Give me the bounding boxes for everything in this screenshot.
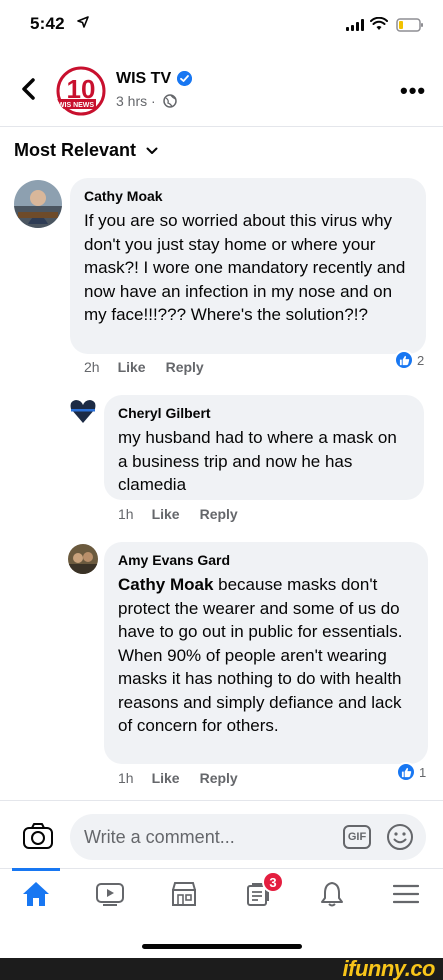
wifi-icon (370, 17, 388, 30)
tab-menu[interactable] (376, 869, 436, 919)
user-photo-icon (68, 544, 98, 574)
user-photo-icon (14, 180, 62, 228)
avatar[interactable] (68, 544, 98, 574)
comment-actions: 2h Like Reply (84, 359, 224, 375)
battery-icon (396, 18, 423, 32)
comment-input-placeholder: Write a comment... (84, 827, 235, 847)
reply-button[interactable]: Reply (200, 770, 238, 786)
comment-text: If you are so worried about this virus w… (84, 211, 406, 324)
comment-actions: 1h Like Reply (118, 770, 258, 786)
comment-composer: Write a comment... GIF (0, 810, 443, 866)
comment-body: because masks don't protect the wearer a… (118, 575, 403, 735)
tab-marketplace[interactable] (154, 869, 214, 919)
comment-bubble[interactable]: Amy Evans Gard Cathy Moak because masks … (104, 542, 428, 764)
wis-news-logo: 10 WIS NEWS (56, 66, 106, 116)
logo-subtext: WIS NEWS (58, 102, 94, 109)
bottom-tab-bar: 3 (0, 868, 443, 918)
marketplace-icon (172, 882, 196, 906)
like-reaction-icon (394, 350, 414, 370)
avatar[interactable] (14, 180, 62, 228)
comment-time: 1h (118, 506, 134, 522)
globe-icon (163, 94, 177, 108)
bell-icon (321, 882, 343, 907)
watermark-bar: ifunny.co (0, 956, 443, 980)
notification-badge: 3 (262, 871, 284, 893)
post-header: 10 WIS NEWS WIS TV 3 hrs · ••• (0, 60, 443, 122)
status-bar: 5:42 (0, 0, 443, 52)
avatar[interactable] (68, 396, 98, 426)
home-indicator[interactable] (142, 944, 302, 949)
chevron-down-icon (146, 147, 158, 154)
comment-bubble[interactable]: Cheryl Gilbert my husband had to where a… (104, 395, 424, 500)
comment-bubble[interactable]: Cathy Moak If you are so worried about t… (70, 178, 426, 354)
watermark-text: ifunny.co (342, 956, 436, 980)
reaction-count: 1 (419, 764, 427, 780)
tab-home[interactable] (6, 869, 66, 919)
gif-button[interactable]: GIF (343, 825, 371, 849)
sort-label: Most Relevant (14, 139, 137, 160)
reaction-summary[interactable]: 2 (394, 350, 424, 370)
tab-alerts[interactable] (302, 869, 362, 919)
location-arrow-icon (77, 16, 89, 28)
comment-author[interactable]: Cathy Moak (84, 186, 412, 206)
like-reaction-icon (396, 762, 416, 782)
comment-text: Cathy Moak because masks don't protect t… (118, 573, 414, 738)
mention-link[interactable]: Cathy Moak (118, 575, 213, 594)
divider (0, 800, 443, 801)
comment-sort-dropdown[interactable]: Most Relevant (14, 138, 158, 162)
post-timestamp: 3 hrs · (116, 93, 156, 109)
reply-button[interactable]: Reply (200, 506, 238, 522)
divider (0, 126, 443, 127)
menu-icon (393, 884, 419, 904)
comment-author[interactable]: Amy Evans Gard (118, 550, 414, 570)
page-avatar[interactable]: 10 WIS NEWS (56, 66, 106, 116)
like-button[interactable]: Like (152, 506, 180, 522)
tab-watch[interactable] (80, 869, 140, 919)
like-button[interactable]: Like (118, 359, 146, 375)
watch-icon (96, 883, 124, 906)
verified-badge-icon (177, 71, 192, 86)
more-options-button[interactable]: ••• (400, 78, 426, 104)
like-button[interactable]: Like (152, 770, 180, 786)
home-icon (23, 882, 49, 906)
emoji-icon[interactable] (386, 823, 414, 851)
reply-button[interactable]: Reply (166, 359, 204, 375)
status-time: 5:42 (30, 14, 65, 33)
back-chevron-icon[interactable] (18, 75, 40, 103)
comment-time: 2h (84, 359, 100, 375)
heart-flag-avatar-icon (68, 396, 98, 426)
comment-text: my husband had to where a mask on a busi… (118, 428, 397, 494)
cellular-signal-icon (346, 19, 364, 31)
page-name[interactable]: WIS TV (116, 70, 171, 88)
camera-icon[interactable] (22, 822, 54, 850)
comment-actions: 1h Like Reply (118, 506, 258, 522)
comment-time: 1h (118, 770, 134, 786)
reaction-summary[interactable]: 1 (396, 762, 426, 782)
comment-author[interactable]: Cheryl Gilbert (118, 403, 410, 423)
reaction-count: 2 (417, 352, 425, 368)
